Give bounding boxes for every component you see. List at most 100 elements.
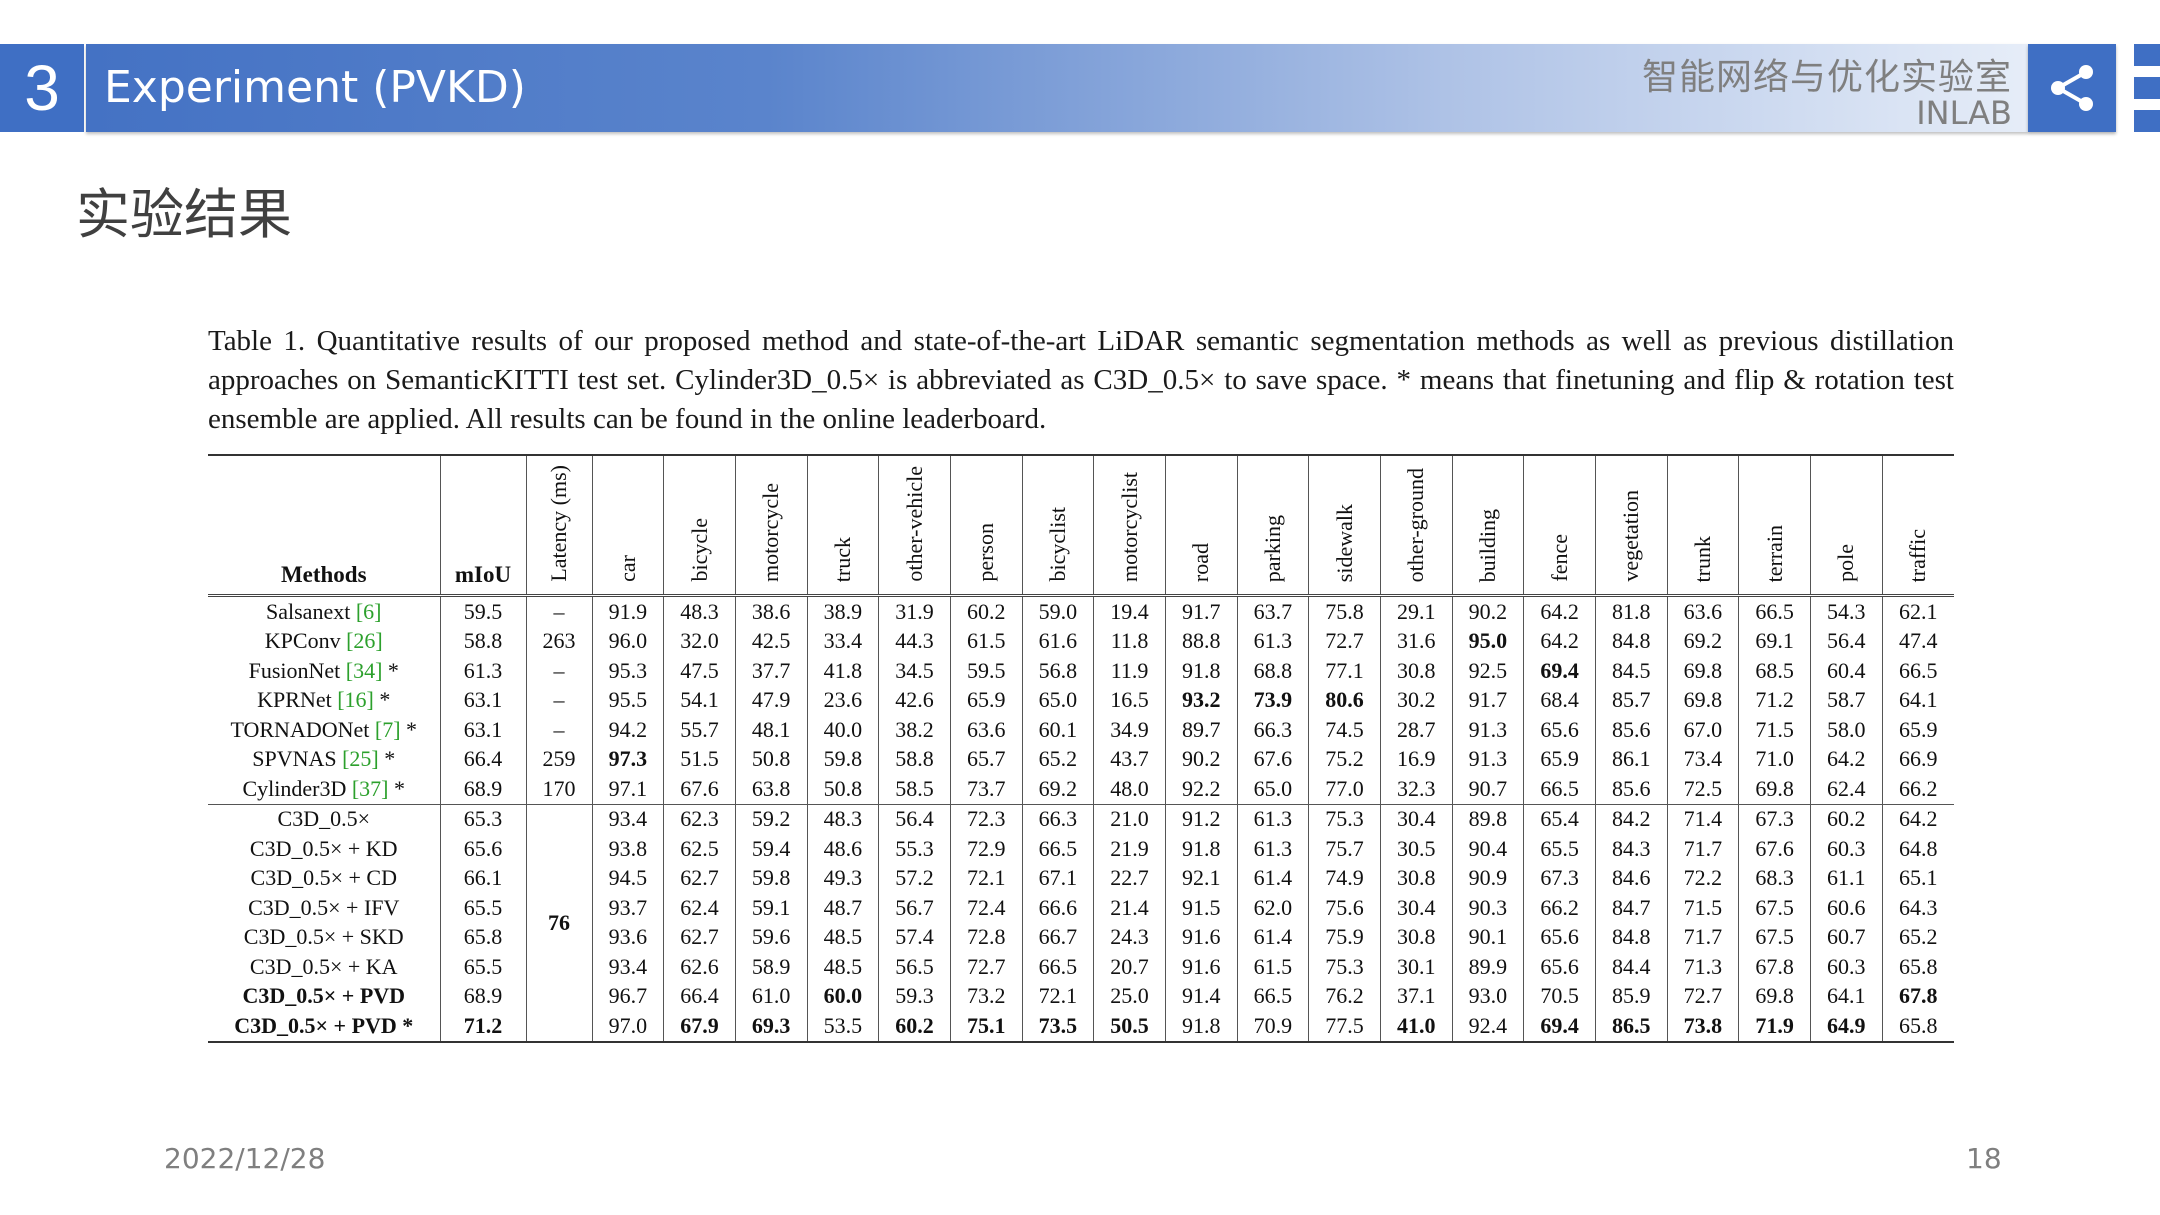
method-cell: C3D_0.5× + KD [208, 834, 441, 864]
brand-english: INLAB [1916, 94, 2012, 132]
value-cell: 66.6 [1021, 893, 1095, 923]
table-row: C3D_0.5× + PVD 68.9 96.7 66.4 61.0 60.0 59.3 73… [208, 981, 1954, 1011]
value-cell: 22.7 [1093, 863, 1166, 893]
value-cell: 29.1 [1379, 595, 1453, 627]
citation-link[interactable]: [34] [346, 658, 383, 683]
method-cell: C3D_0.5× + PVD [208, 981, 441, 1011]
value-cell: 64.2 [1523, 595, 1596, 627]
value-cell: 85.9 [1594, 981, 1668, 1011]
value-cell: 66.5 [1881, 656, 1954, 686]
menu-icon[interactable] [2134, 44, 2160, 132]
value-cell: 41.0 [1379, 1011, 1453, 1042]
value-cell: 65.0 [1236, 774, 1310, 804]
value-cell: 60.7 [1809, 922, 1883, 952]
value-cell: 48.1 [734, 715, 808, 745]
value-cell: 66.5 [1021, 834, 1095, 864]
value-cell: 69.1 [1738, 626, 1811, 656]
value-cell: 91.9 [591, 595, 665, 627]
miou-cell: 65.8 [439, 922, 527, 952]
method-cell: TORNADONet [7] * [208, 715, 441, 745]
value-cell: 84.8 [1594, 922, 1668, 952]
value-cell: 71.9 [1738, 1011, 1811, 1042]
value-cell: 75.1 [949, 1011, 1023, 1042]
table-row: TORNADONet [7] * 63.1–94.2 55.7 48.1 40.0 38.… [208, 715, 1954, 745]
value-cell: 73.9 [1236, 685, 1310, 715]
value-cell: 61.3 [1236, 804, 1310, 834]
table-row: SPVNAS [25] * 66.4 259 97.3 51.5 50.8 59.8 58.8… [208, 744, 1954, 774]
miou-cell: 65.6 [439, 834, 527, 864]
value-cell: 66.5 [1236, 981, 1310, 1011]
value-cell: 93.8 [591, 834, 665, 864]
value-cell: 66.3 [1236, 715, 1310, 745]
table-caption: Table 1. Quantitative results of our pro… [208, 325, 1954, 435]
share-button[interactable] [2028, 44, 2116, 132]
column-header: other-ground [1379, 455, 1453, 597]
value-cell: 34.9 [1093, 715, 1166, 745]
citation-link[interactable]: [7] [375, 717, 401, 742]
table-row: C3D_0.5× + CD 66.1 94.5 62.7 59.8 49.3 57.2 72.… [208, 863, 1954, 893]
value-cell: 65.9 [1881, 715, 1954, 745]
citation-link[interactable]: [16] [337, 687, 374, 712]
value-cell: 90.4 [1451, 834, 1525, 864]
value-cell: 56.5 [878, 952, 951, 982]
value-cell: 59.6 [734, 922, 808, 952]
value-cell: 92.5 [1451, 656, 1525, 686]
latency-cell: – [525, 656, 593, 686]
column-header: building [1451, 455, 1525, 597]
value-cell: 95.5 [591, 685, 665, 715]
value-cell: 37.1 [1379, 981, 1453, 1011]
value-cell: 72.4 [949, 893, 1023, 923]
value-cell: 16.9 [1379, 744, 1453, 774]
value-cell: 74.5 [1308, 715, 1381, 745]
value-cell: 75.9 [1308, 922, 1381, 952]
value-cell: 91.5 [1164, 893, 1238, 923]
value-cell: 89.7 [1164, 715, 1238, 745]
latency-cell: – [525, 595, 593, 627]
value-cell: 84.2 [1594, 804, 1668, 834]
value-cell: 66.2 [1523, 893, 1596, 923]
column-header: parking [1236, 455, 1310, 597]
method-cell: C3D_0.5× + CD [208, 863, 441, 893]
value-cell: 30.8 [1379, 656, 1453, 686]
value-cell: 55.7 [663, 715, 736, 745]
value-cell: 30.1 [1379, 952, 1453, 982]
citation-link[interactable]: [37] [352, 776, 389, 801]
column-header: traffic [1881, 455, 1954, 597]
column-header: motorcycle [734, 455, 808, 597]
value-cell: 91.8 [1164, 1011, 1238, 1042]
value-cell: 31.9 [878, 595, 951, 627]
value-cell: 63.6 [949, 715, 1023, 745]
value-cell: 42.6 [878, 685, 951, 715]
value-cell: 85.7 [1594, 685, 1668, 715]
value-cell: 72.3 [949, 804, 1023, 834]
value-cell: 67.3 [1738, 804, 1811, 834]
value-cell: 72.5 [1666, 774, 1740, 804]
value-cell: 72.9 [949, 834, 1023, 864]
table-header-row: Methods mIoU Latency (ms) car bicycle motorcy… [208, 455, 1954, 597]
value-cell: 42.5 [734, 626, 808, 656]
value-cell: 59.5 [949, 656, 1023, 686]
value-cell: 66.5 [1021, 952, 1095, 982]
value-cell: 60.3 [1809, 834, 1883, 864]
value-cell: 49.3 [806, 863, 880, 893]
method-cell: KPRNet [16] * [208, 685, 441, 715]
value-cell: 90.2 [1451, 595, 1525, 627]
citation-link[interactable]: [6] [356, 599, 382, 624]
value-cell: 66.3 [1021, 804, 1095, 834]
citation-link[interactable]: [26] [346, 628, 383, 653]
value-cell: 72.7 [949, 952, 1023, 982]
citation-link[interactable]: [25] [342, 746, 379, 771]
value-cell: 32.3 [1379, 774, 1453, 804]
value-cell: 71.5 [1666, 893, 1740, 923]
value-cell: 84.4 [1594, 952, 1668, 982]
value-cell: 40.0 [806, 715, 880, 745]
value-cell: 68.8 [1236, 656, 1310, 686]
table-row: C3D_0.5× + KA 65.5 93.4 62.6 58.9 48.5 56.5 72.… [208, 952, 1954, 982]
value-cell: 60.4 [1809, 656, 1883, 686]
value-cell: 67.3 [1523, 863, 1596, 893]
value-cell: 56.4 [1809, 626, 1883, 656]
value-cell: 37.7 [734, 656, 808, 686]
value-cell: 62.1 [1881, 595, 1954, 627]
value-cell: 62.7 [663, 922, 736, 952]
value-cell: 59.0 [1021, 595, 1095, 627]
